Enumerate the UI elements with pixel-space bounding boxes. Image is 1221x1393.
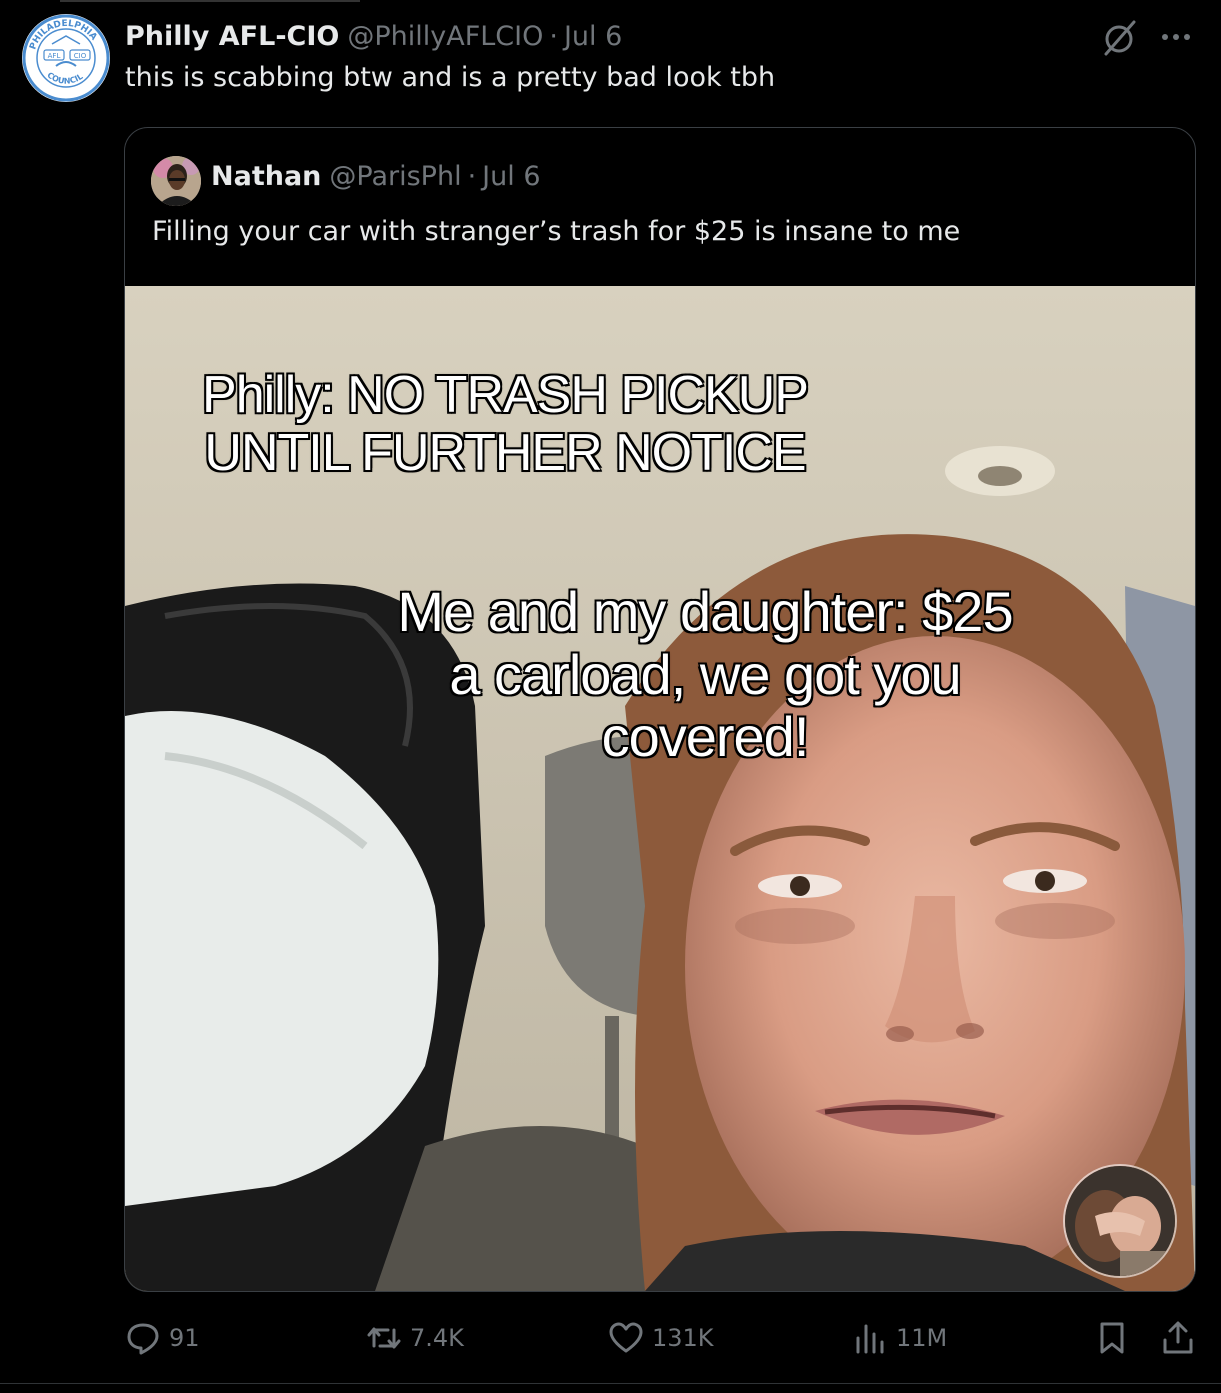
quoted-date[interactable]: Jul 6 <box>482 161 540 192</box>
video-caption-top: Philly: NO TRASH PICKUP UNTIL FURTHER NO… <box>155 365 855 483</box>
share-button[interactable] <box>1160 1320 1196 1356</box>
logo-text-cio: CIO <box>74 52 87 60</box>
quoted-header: Nathan @ParisPhl · Jul 6 <box>211 161 541 192</box>
caption-line: UNTIL FURTHER NOTICE <box>203 423 807 483</box>
repost-icon <box>367 1327 401 1349</box>
video-pip-thumbnail[interactable] <box>1063 1164 1177 1278</box>
bookmark-button[interactable] <box>1094 1320 1130 1356</box>
repost-count: 7.4K <box>410 1324 464 1352</box>
quoted-author-avatar[interactable] <box>151 156 201 206</box>
quoted-tweet[interactable]: Nathan @ParisPhl · Jul 6 Filling your ca… <box>124 127 1196 1292</box>
views-button[interactable]: 11M <box>852 1320 947 1356</box>
video-player[interactable]: Philly: NO TRASH PICKUP UNTIL FURTHER NO… <box>125 286 1195 1291</box>
grok-icon[interactable] <box>1100 18 1140 58</box>
share-icon <box>1163 1321 1193 1354</box>
quoted-author-handle[interactable]: @ParisPhl <box>329 161 461 192</box>
caption-line: Me and my daughter: $25 <box>396 579 1014 643</box>
caption-line: Philly: NO TRASH PICKUP <box>201 365 810 425</box>
caption-line: a carload, we got you <box>448 642 962 706</box>
like-button[interactable]: 131K <box>608 1320 714 1356</box>
logo-text-afl: AFL <box>48 52 61 60</box>
like-count: 131K <box>652 1324 714 1352</box>
tweet-header: Philly AFL-CIO @PhillyAFLCIO · Jul 6 <box>125 16 622 56</box>
heart-icon <box>609 1322 643 1353</box>
reply-button[interactable]: 91 <box>125 1320 200 1356</box>
tweet-date[interactable]: Jul 6 <box>564 21 622 52</box>
caption-line: covered! <box>601 705 811 769</box>
author-handle[interactable]: @PhillyAFLCIO <box>347 21 543 52</box>
separator-dot: · <box>549 20 558 52</box>
views-chart-icon <box>856 1324 884 1354</box>
tweet[interactable]: PHILADELPHIA COUNCIL AFL CIO Philly AFL-… <box>0 0 1221 1393</box>
video-caption-bottom: Me and my daughter: $25 a carload, we go… <box>325 579 1085 769</box>
repost-button[interactable]: 7.4K <box>366 1320 464 1356</box>
separator-dot: · <box>467 161 477 192</box>
author-avatar[interactable]: PHILADELPHIA COUNCIL AFL CIO <box>22 14 110 102</box>
bookmark-icon <box>1100 1322 1124 1354</box>
previous-tweet-edge <box>60 0 360 6</box>
action-bar: 91 7.4K 131K 11M <box>0 1312 1221 1368</box>
tweet-text: this is scabbing btw and is a pretty bad… <box>125 62 776 93</box>
reply-icon <box>127 1323 159 1355</box>
views-count: 11M <box>896 1324 948 1352</box>
quoted-author-name[interactable]: Nathan <box>211 161 321 192</box>
author-name[interactable]: Philly AFL-CIO <box>125 21 339 52</box>
more-icon[interactable] <box>1158 22 1194 52</box>
philly-afl-cio-logo: PHILADELPHIA COUNCIL AFL CIO <box>22 14 110 102</box>
divider <box>0 1383 1221 1384</box>
quoted-text: Filling your car with stranger’s trash f… <box>152 216 961 247</box>
reply-count: 91 <box>169 1324 200 1352</box>
